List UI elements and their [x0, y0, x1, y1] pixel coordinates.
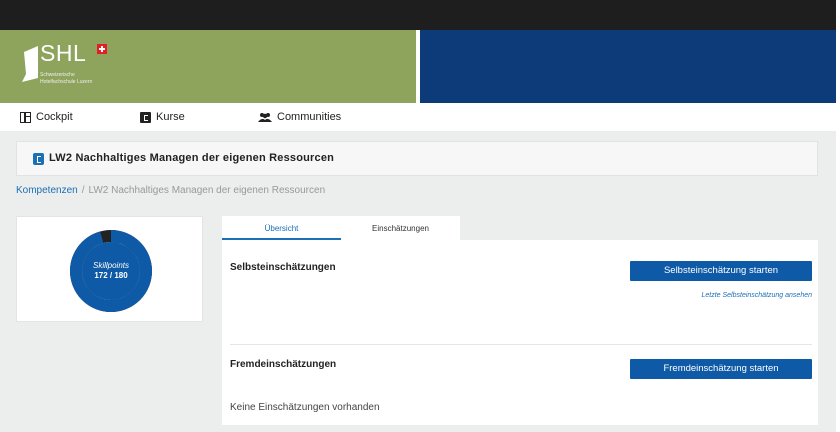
nav-item-label: Cockpit [36, 111, 73, 123]
right-edge [836, 0, 840, 432]
tab-einschaetzungen[interactable]: Einschätzungen [341, 216, 460, 240]
course-header: LW2 Nachhaltiges Managen der eigenen Res… [16, 141, 818, 176]
logo-text: SHL [40, 40, 87, 66]
banner-blue [420, 30, 836, 103]
skillpoints-value: 172 / 180 [94, 271, 128, 280]
breadcrumb-kompetenzen[interactable]: Kompetenzen [16, 185, 78, 196]
breadcrumb: Kompetenzen / LW2 Nachhaltiges Managen d… [16, 185, 325, 196]
assessment-panel: Selbsteinschätzungen Selbsteinschätzung … [222, 240, 818, 425]
main-nav: Cockpit Kurse Communities [0, 103, 836, 131]
skillpoints-card: Skillpoints 172 / 180 [16, 216, 203, 322]
swiss-cross-icon [97, 44, 107, 54]
last-self-assessment-link[interactable]: Letzte Selbsteinschätzung ansehen [701, 292, 812, 299]
nav-item-label: Communities [277, 111, 342, 123]
nav-item-communities[interactable]: Communities [258, 111, 341, 123]
grid-icon [20, 111, 31, 123]
tab-bar: Übersicht Einschätzungen [222, 216, 460, 240]
course-icon [33, 153, 44, 165]
external-assessment-title: Fremdeinschätzungen [230, 359, 337, 370]
nav-item-kurse[interactable]: Kurse [140, 111, 185, 123]
logo-subtitle-line1: Schweizerische [40, 72, 75, 78]
breadcrumb-current: LW2 Nachhaltiges Managen der eigenen Res… [88, 185, 326, 196]
start-self-assessment-button[interactable]: Selbsteinschätzung starten [630, 261, 812, 281]
logo-subtitle-line2: Hotelfachschule Luzern [40, 79, 93, 85]
start-external-assessment-button[interactable]: Fremdeinschätzung starten [630, 359, 812, 379]
no-assessments-text: Keine Einschätzungen vorhanden [230, 402, 380, 413]
section-divider [230, 344, 812, 345]
book-icon [140, 111, 151, 123]
tab-uebersicht[interactable]: Übersicht [222, 216, 341, 240]
course-title: LW2 Nachhaltiges Managen der eigenen Res… [49, 152, 335, 164]
people-icon [258, 112, 272, 122]
skillpoints-label: Skillpoints [92, 261, 129, 270]
nav-item-label: Kurse [156, 111, 185, 123]
top-bar [0, 0, 840, 30]
self-assessment-title: Selbsteinschätzungen [230, 262, 336, 273]
breadcrumb-separator: / [81, 185, 85, 196]
logo-mark-icon [22, 46, 38, 82]
nav-item-cockpit[interactable]: Cockpit [20, 111, 73, 123]
